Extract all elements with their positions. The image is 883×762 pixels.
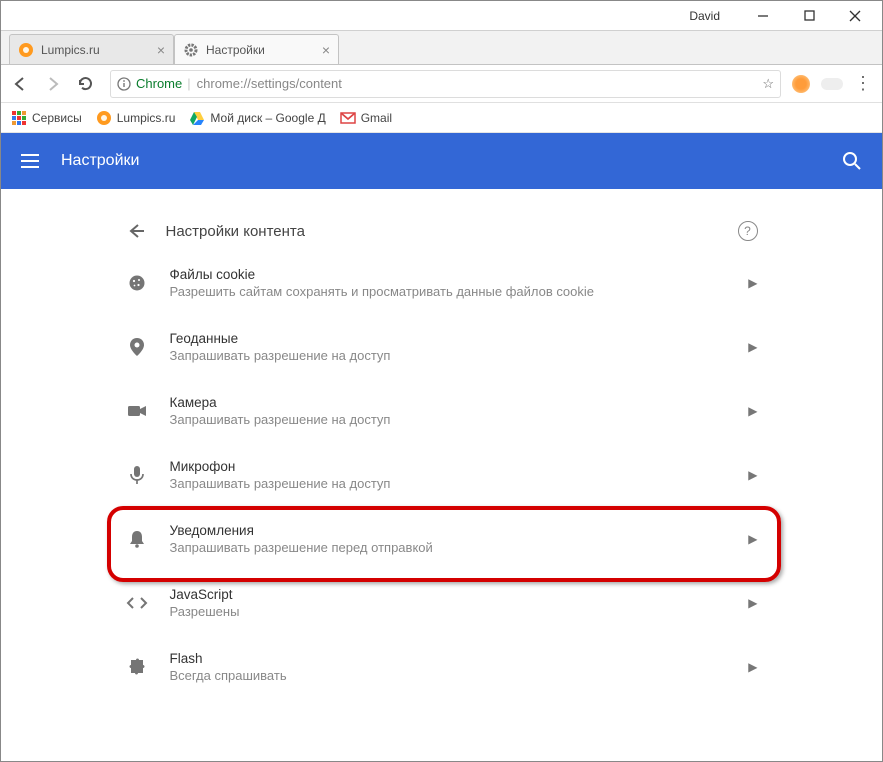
help-icon[interactable]: ? — [738, 221, 758, 241]
settings-row-bell[interactable]: Уведомления Запрашивать разрешение перед … — [102, 507, 782, 571]
bookmark-drive[interactable]: Мой диск – Google Д — [189, 110, 325, 126]
settings-row-camera[interactable]: Камера Запрашивать разрешение на доступ▶ — [102, 379, 782, 443]
chevron-right-icon: ▶ — [748, 468, 757, 482]
bookmark-star-icon[interactable]: ☆ — [762, 76, 774, 92]
reload-button[interactable] — [77, 75, 99, 92]
row-title: Камера — [170, 395, 749, 410]
back-arrow-icon[interactable] — [126, 221, 146, 241]
bell-icon — [126, 529, 148, 549]
address-bar: Chrome | chrome://settings/content ☆ ⋮ — [1, 65, 882, 103]
row-title: Микрофон — [170, 459, 749, 474]
minimize-button[interactable] — [740, 2, 786, 30]
window-user: David — [689, 9, 720, 23]
drive-icon — [189, 110, 205, 126]
row-text: Геоданные Запрашивать разрешение на досту… — [170, 331, 749, 363]
orange-circle-icon — [18, 42, 34, 58]
row-subtitle: Запрашивать разрешение на доступ — [170, 476, 749, 491]
row-subtitle: Запрашивать разрешение на доступ — [170, 412, 749, 427]
row-text: Файлы cookie Разрешить сайтам сохранять и… — [170, 267, 749, 299]
row-subtitle: Запрашивать разрешение на доступ — [170, 348, 749, 363]
close-tab-icon[interactable]: × — [157, 43, 165, 57]
close-window-button[interactable] — [832, 2, 878, 30]
row-subtitle: Запрашивать разрешение перед отправкой — [170, 540, 749, 555]
row-title: Файлы cookie — [170, 267, 749, 282]
close-tab-icon[interactable]: × — [322, 43, 330, 57]
row-text: JavaScript Разрешены — [170, 587, 749, 619]
settings-row-cookie[interactable]: Файлы cookie Разрешить сайтам сохранять и… — [102, 251, 782, 315]
info-icon — [117, 77, 131, 91]
chevron-right-icon: ▶ — [748, 404, 757, 418]
gmail-icon — [340, 110, 356, 126]
forward-button[interactable] — [44, 75, 66, 93]
bookmark-lumpics[interactable]: Lumpics.ru — [96, 110, 176, 126]
tab-label: Lumpics.ru — [41, 43, 100, 57]
maximize-button[interactable] — [786, 2, 832, 30]
cookie-icon — [126, 274, 148, 292]
bookmark-label: Мой диск – Google Д — [210, 111, 325, 125]
settings-row-code[interactable]: JavaScript Разрешены▶ — [102, 571, 782, 635]
bookmark-label: Gmail — [361, 111, 392, 125]
tab-label: Настройки — [206, 43, 265, 57]
settings-row-location[interactable]: Геоданные Запрашивать разрешение на досту… — [102, 315, 782, 379]
window-titlebar: David — [1, 1, 882, 31]
back-button[interactable] — [11, 75, 33, 93]
bookmark-label: Сервисы — [32, 111, 82, 125]
url-input[interactable]: Chrome | chrome://settings/content ☆ — [110, 70, 781, 98]
row-title: Flash — [170, 651, 749, 666]
settings-header: Настройки — [1, 133, 882, 189]
page-title: Настройки контента — [166, 223, 305, 240]
row-title: Уведомления — [170, 523, 749, 538]
chevron-right-icon: ▶ — [748, 660, 757, 674]
tab-settings[interactable]: Настройки × — [174, 34, 339, 64]
orange-circle-icon — [96, 110, 112, 126]
tab-lumpics[interactable]: Lumpics.ru × — [9, 34, 174, 64]
row-title: JavaScript — [170, 587, 749, 602]
apps-icon — [11, 110, 27, 126]
location-icon — [126, 337, 148, 357]
card-header: Настройки контента ? — [102, 201, 782, 251]
row-subtitle: Всегда спрашивать — [170, 668, 749, 683]
chevron-right-icon: ▶ — [748, 532, 757, 546]
chevron-right-icon: ▶ — [748, 276, 757, 290]
bookmarks-bar: Сервисы Lumpics.ru Мой диск – Google Д G… — [1, 103, 882, 133]
content-scroll[interactable]: Настройки контента ? Файлы cookie Разреши… — [1, 189, 882, 761]
row-title: Геоданные — [170, 331, 749, 346]
profile-avatar[interactable] — [792, 75, 810, 93]
url-text: chrome://settings/content — [197, 76, 342, 91]
gear-icon — [183, 42, 199, 58]
url-scheme: Chrome — [136, 76, 182, 91]
bookmark-services[interactable]: Сервисы — [11, 110, 82, 126]
settings-row-mic[interactable]: Микрофон Запрашивать разрешение на доступ… — [102, 443, 782, 507]
settings-title: Настройки — [61, 152, 139, 170]
profile-badge — [821, 78, 843, 90]
mic-icon — [126, 465, 148, 485]
row-text: Камера Запрашивать разрешение на доступ — [170, 395, 749, 427]
settings-row-puzzle[interactable]: Flash Всегда спрашивать▶ — [102, 635, 782, 699]
puzzle-icon — [126, 657, 148, 677]
search-icon[interactable] — [842, 151, 862, 171]
code-icon — [126, 596, 148, 610]
row-text: Уведомления Запрашивать разрешение перед … — [170, 523, 749, 555]
chevron-right-icon: ▶ — [748, 340, 757, 354]
menu-button[interactable]: ⋮ — [854, 73, 872, 94]
menu-icon[interactable] — [21, 154, 41, 168]
row-text: Flash Всегда спрашивать — [170, 651, 749, 683]
bookmark-gmail[interactable]: Gmail — [340, 110, 392, 126]
content-settings-card: Настройки контента ? Файлы cookie Разреши… — [102, 201, 782, 699]
tab-strip: Lumpics.ru × Настройки × — [1, 31, 882, 65]
camera-icon — [126, 404, 148, 418]
chevron-right-icon: ▶ — [748, 596, 757, 610]
row-text: Микрофон Запрашивать разрешение на доступ — [170, 459, 749, 491]
bookmark-label: Lumpics.ru — [117, 111, 176, 125]
row-subtitle: Разрешены — [170, 604, 749, 619]
row-subtitle: Разрешить сайтам сохранять и просматрива… — [170, 284, 749, 299]
